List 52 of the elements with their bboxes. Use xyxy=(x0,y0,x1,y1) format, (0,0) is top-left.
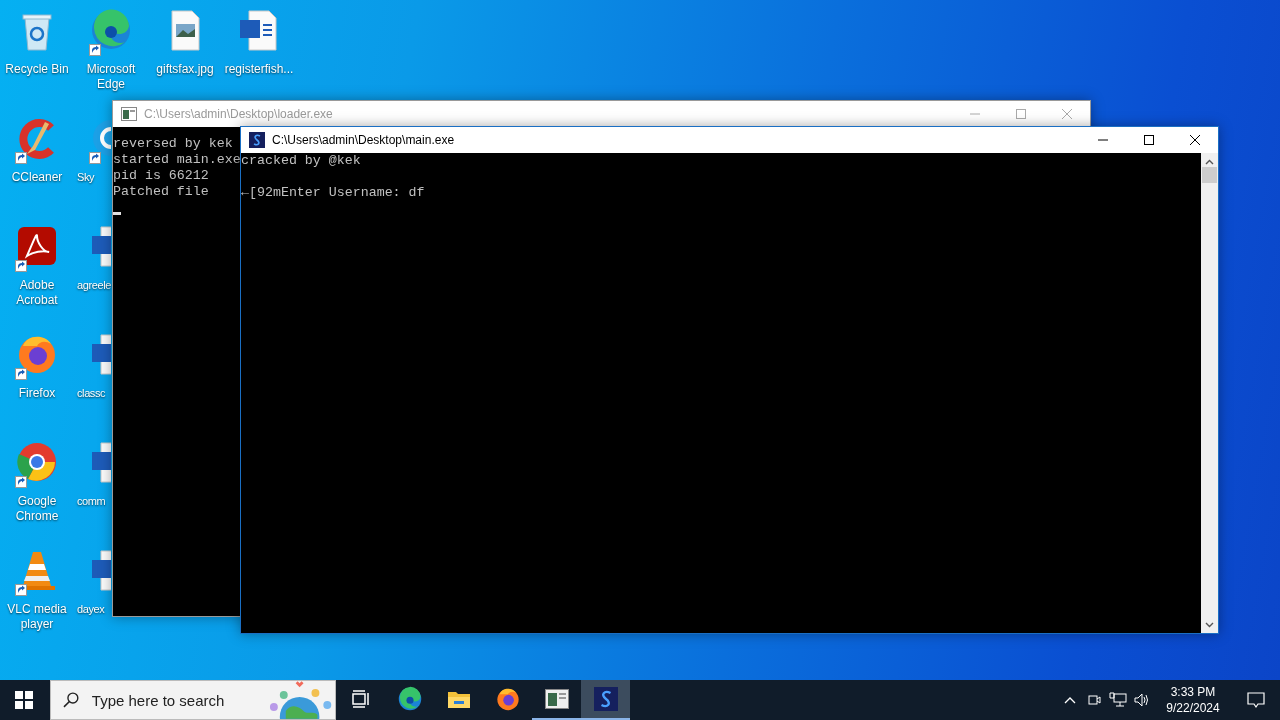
volume-icon xyxy=(1133,692,1151,708)
scroll-up-icon[interactable] xyxy=(1205,159,1214,165)
desktop-icon-label[interactable]: registerfish... xyxy=(224,62,294,77)
edge-icon xyxy=(89,8,133,52)
desktop-icon-label[interactable]: Firefox xyxy=(18,386,56,401)
window-title: C:\Users\admin\Desktop\main.exe xyxy=(272,133,455,147)
clock-time: 3:33 PM xyxy=(1170,684,1216,700)
search-field[interactable]: Type here to search xyxy=(50,680,336,720)
camera-icon xyxy=(1086,692,1102,708)
desktop-icon-label[interactable]: VLC media player xyxy=(1,602,73,632)
app-icon xyxy=(249,132,265,148)
scroll-down-icon[interactable] xyxy=(1205,622,1214,628)
desktop-icon-label[interactable]: Google Chrome xyxy=(1,494,73,524)
folder-icon xyxy=(446,689,471,709)
console-line: pid is 66212 xyxy=(113,168,209,184)
close-icon xyxy=(1062,109,1072,119)
desktop-icon-label[interactable]: comm xyxy=(77,494,106,509)
network-icon xyxy=(1109,692,1127,708)
console-line: started main.exe xyxy=(113,152,241,168)
console-line: cracked by @kek xyxy=(241,153,361,169)
console-line: reversed by kek xyxy=(113,136,233,152)
search-input[interactable]: Type here to search xyxy=(89,690,264,710)
desktop-icon-label[interactable]: Recycle Bin xyxy=(5,62,69,77)
console-window-icon xyxy=(544,689,569,709)
taskbar-button[interactable] xyxy=(581,680,630,720)
task-view-icon xyxy=(350,690,371,708)
desktop-icon-label[interactable]: Adobe Acrobat xyxy=(1,278,73,308)
desktop-icon-label[interactable]: dayex xyxy=(77,602,105,617)
console-line: Patched file xyxy=(113,184,209,200)
scrollbar-thumb[interactable] xyxy=(1202,167,1217,183)
desktop-icon-label[interactable]: Sky xyxy=(77,170,95,185)
desktop-icon-label[interactable]: CCleaner xyxy=(11,170,63,185)
window-title: C:\Users\admin\Desktop\loader.exe xyxy=(144,107,333,121)
desktop-icon-label[interactable]: giftsfax.jpg xyxy=(156,62,214,77)
close-icon xyxy=(1190,135,1200,145)
app-icon xyxy=(593,687,618,711)
desktop-icon-label[interactable]: classc xyxy=(77,386,106,401)
firefox-icon xyxy=(494,686,521,712)
maximize-icon xyxy=(1016,109,1026,119)
acrobat-icon xyxy=(15,224,59,268)
maximize-icon xyxy=(1144,135,1154,145)
console-window-icon xyxy=(121,107,137,121)
desktop-icon-label[interactable]: Microsoft Edge xyxy=(75,62,147,92)
desktop-icon-label[interactable]: agreele xyxy=(77,278,111,293)
edge-icon xyxy=(396,686,423,712)
chevron-up-icon xyxy=(1064,696,1076,704)
notification-icon xyxy=(1247,691,1265,709)
clock-date: 9/22/2024 xyxy=(1166,700,1220,716)
search-icon xyxy=(62,691,80,709)
windows-logo-icon xyxy=(15,691,33,709)
console-line: ←[92mEnter Username: df xyxy=(241,185,425,201)
chrome-icon xyxy=(15,440,59,484)
